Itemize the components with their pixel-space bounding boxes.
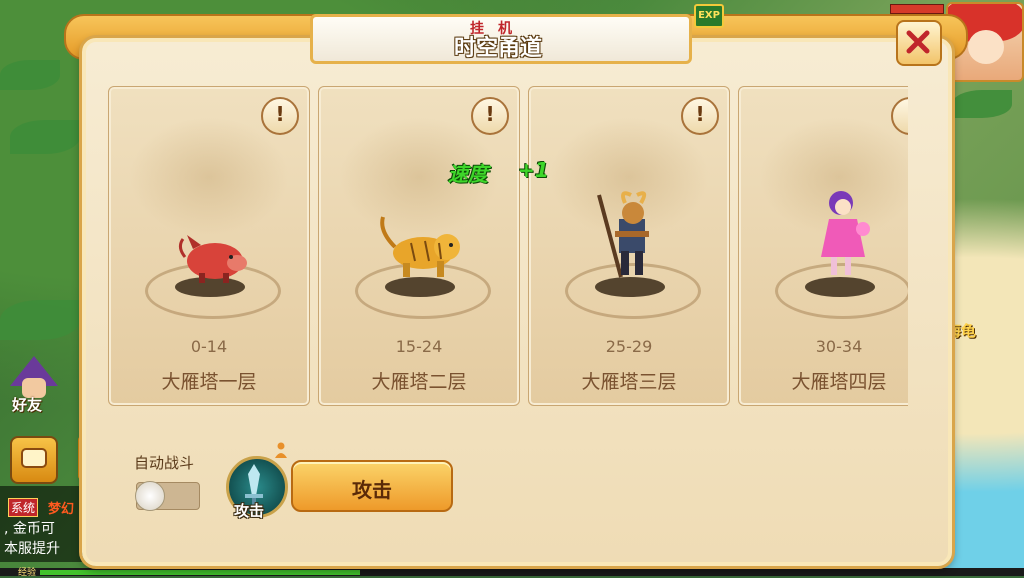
- speed-buff-value: +1: [518, 158, 549, 182]
- chat-bubble-icon: [21, 448, 47, 468]
- red-boar-icon: [178, 235, 247, 283]
- floor-name: 大雁塔三层: [581, 371, 677, 393]
- floor-name: 大雁塔四层: [791, 371, 887, 393]
- toggle-knob[interactable]: [135, 481, 165, 511]
- goat-warrior-icon: [597, 191, 649, 278]
- close-x-icon: [906, 30, 930, 54]
- level-range: 15-24: [395, 337, 443, 356]
- hp-bar: [890, 4, 944, 14]
- foliage: [10, 120, 80, 154]
- floor-card[interactable]: ! 0-14 大雁塔一层: [108, 86, 310, 406]
- chat-line: 本服提升: [4, 541, 60, 557]
- foliage: [952, 90, 1012, 118]
- floor-card-list[interactable]: ! 0-14 大雁塔一层 ! 15-24 大雁塔二层 ! 25-29 大雁塔三层…: [108, 86, 908, 406]
- chat-sender: 梦幻: [48, 502, 75, 517]
- info-button[interactable]: !: [261, 97, 299, 135]
- speed-buff-label: 速度: [448, 162, 488, 186]
- floor-card[interactable]: ! 25-29 大雁塔三层: [528, 86, 730, 406]
- skill-label: 攻击: [234, 502, 265, 520]
- pink-fairy-icon: [821, 191, 870, 275]
- close-button[interactable]: [896, 20, 942, 66]
- attack-button[interactable]: 攻击: [291, 460, 453, 512]
- floor-card[interactable]: ! 15-24 大雁塔二层: [318, 86, 520, 406]
- floor-name: 大雁塔二层: [371, 371, 467, 393]
- auto-battle-label: 自动战斗: [134, 454, 195, 472]
- exclamation-icon: !: [695, 102, 705, 126]
- experience-fill: [40, 570, 360, 575]
- info-button[interactable]: !: [891, 97, 908, 135]
- person-icon: [275, 442, 287, 458]
- friends-label: 好友: [12, 396, 43, 414]
- level-range: 0-14: [190, 337, 228, 356]
- floor-card[interactable]: ! 30-34 大雁塔四层: [738, 86, 908, 406]
- foliage: [0, 60, 60, 90]
- auto-battle-toggle[interactable]: [135, 481, 200, 511]
- level-range: 25-29: [605, 337, 653, 356]
- chat-button[interactable]: [10, 436, 58, 484]
- exclamation-icon: !: [275, 102, 285, 126]
- floor-name: 大雁塔一层: [161, 371, 257, 393]
- system-tag: 系统: [8, 498, 39, 517]
- exclamation-icon: !: [485, 102, 495, 126]
- level-range: 30-34: [815, 337, 863, 356]
- exclamation-icon: !: [893, 102, 908, 126]
- experience-label: 经验: [18, 568, 37, 578]
- attack-button-label: 攻击: [352, 478, 392, 502]
- chat-line: , 金币可: [4, 521, 55, 537]
- friends-button[interactable]: 好友: [4, 356, 64, 414]
- golden-tiger-icon: [380, 216, 460, 277]
- panel-title: 时空甬道: [453, 36, 542, 61]
- info-button[interactable]: !: [681, 97, 719, 135]
- exp-icon: EXP: [694, 4, 724, 28]
- info-button[interactable]: !: [471, 97, 509, 135]
- foliage: [0, 300, 80, 340]
